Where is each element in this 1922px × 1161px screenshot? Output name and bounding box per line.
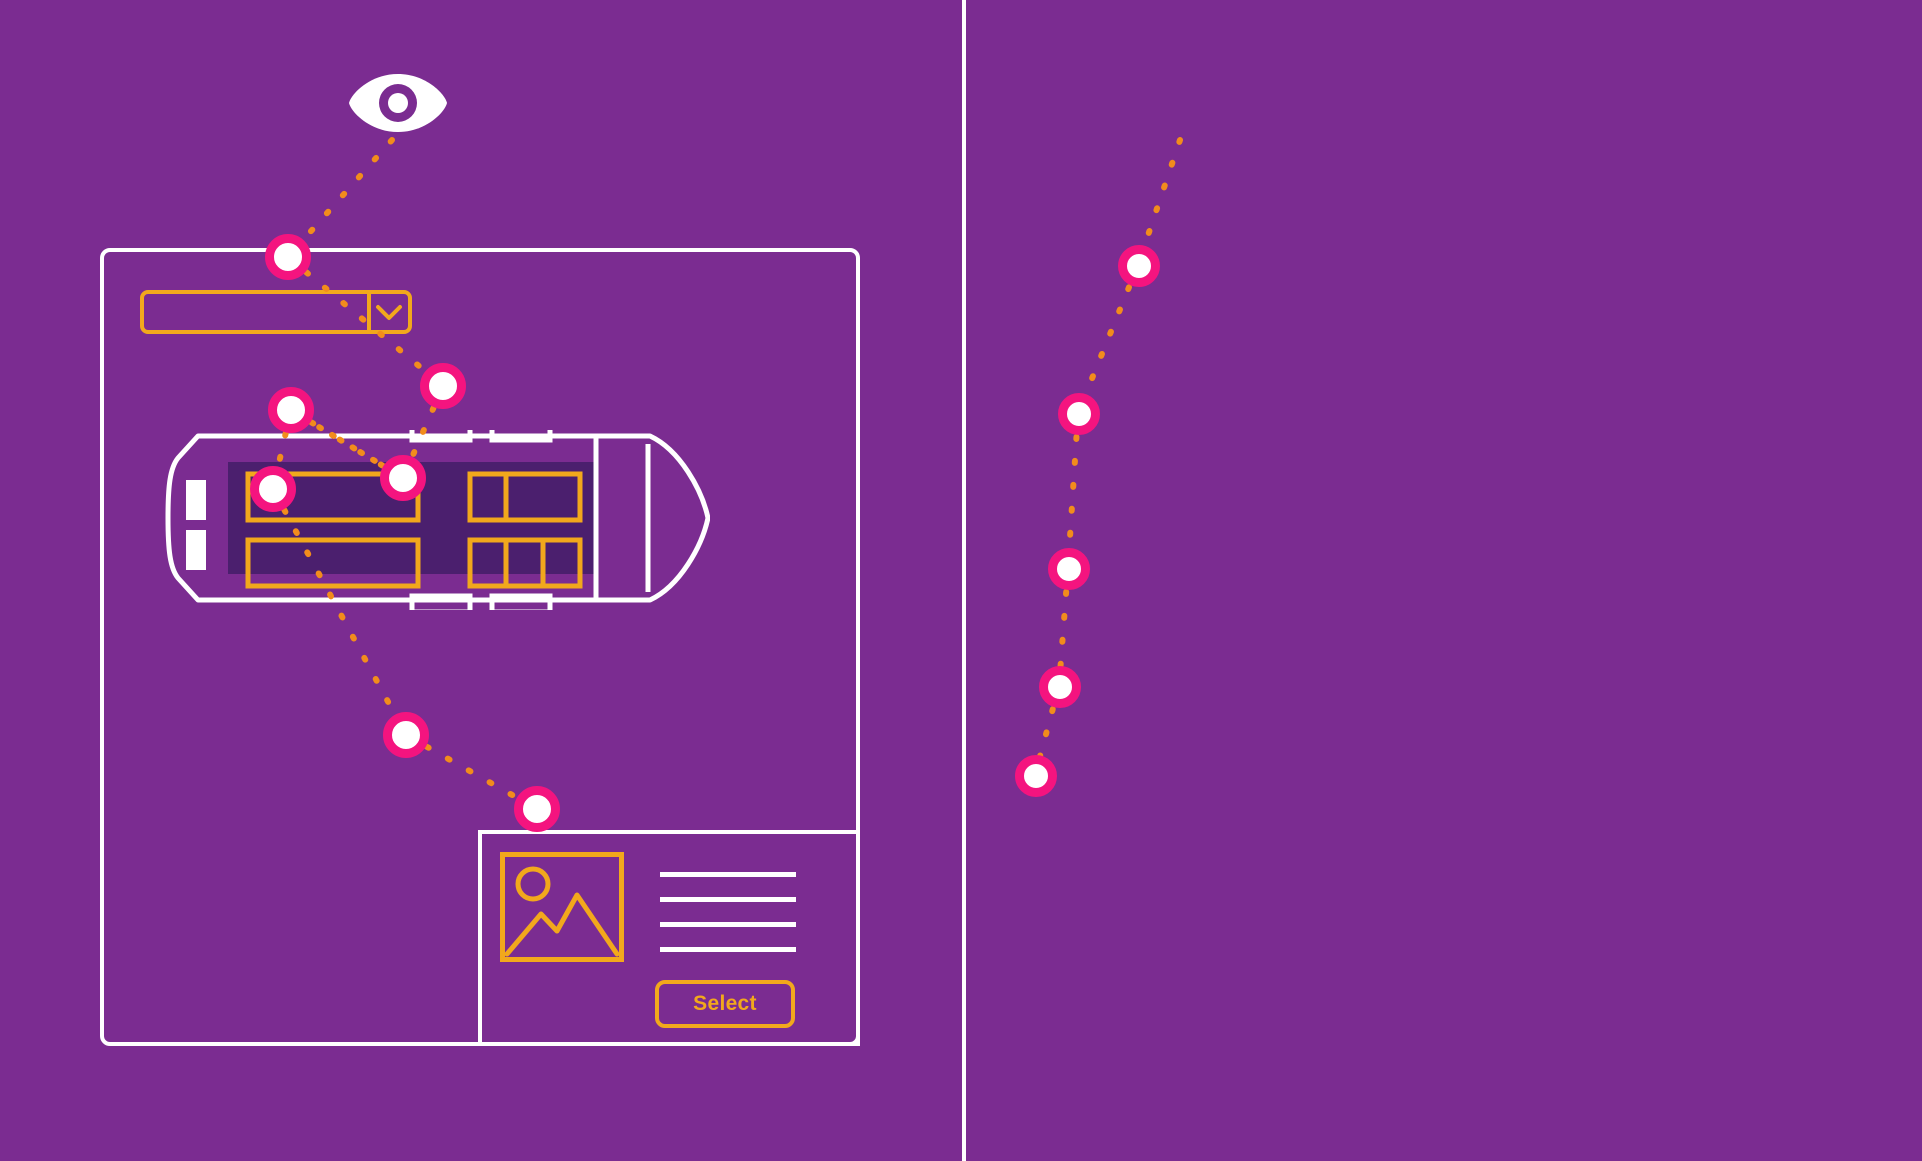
fixation-point [1058,393,1100,435]
fixation-point [265,234,311,280]
chevron-down-icon[interactable] [374,302,404,322]
fixation-point [250,466,296,512]
fixation-point [268,387,314,433]
dropdown-separator [367,292,371,332]
fixation-point [380,455,426,501]
card-text-line [660,872,796,877]
right-panel: 1. 2. 3. 4. [966,0,1922,1161]
left-panel: Select [0,0,962,1161]
fixation-point [1039,666,1081,708]
fixation-point [1048,548,1090,590]
ship-deck-plan-diagram[interactable] [140,421,711,615]
select-button[interactable]: Select [655,980,795,1028]
vessel-selector-dropdown[interactable] [140,290,412,334]
eye-icon [348,72,448,134]
card-text-line [660,922,796,927]
fixation-point [420,363,466,409]
card-text-line [660,947,796,952]
fixation-point [514,786,560,832]
card-text-line [660,897,796,902]
fixation-point [383,712,429,758]
fixation-point [1118,245,1160,287]
image-placeholder-icon [500,852,624,962]
fixation-point [1015,755,1057,797]
screenshot-stage: Select 1. 2. [0,0,1922,1161]
